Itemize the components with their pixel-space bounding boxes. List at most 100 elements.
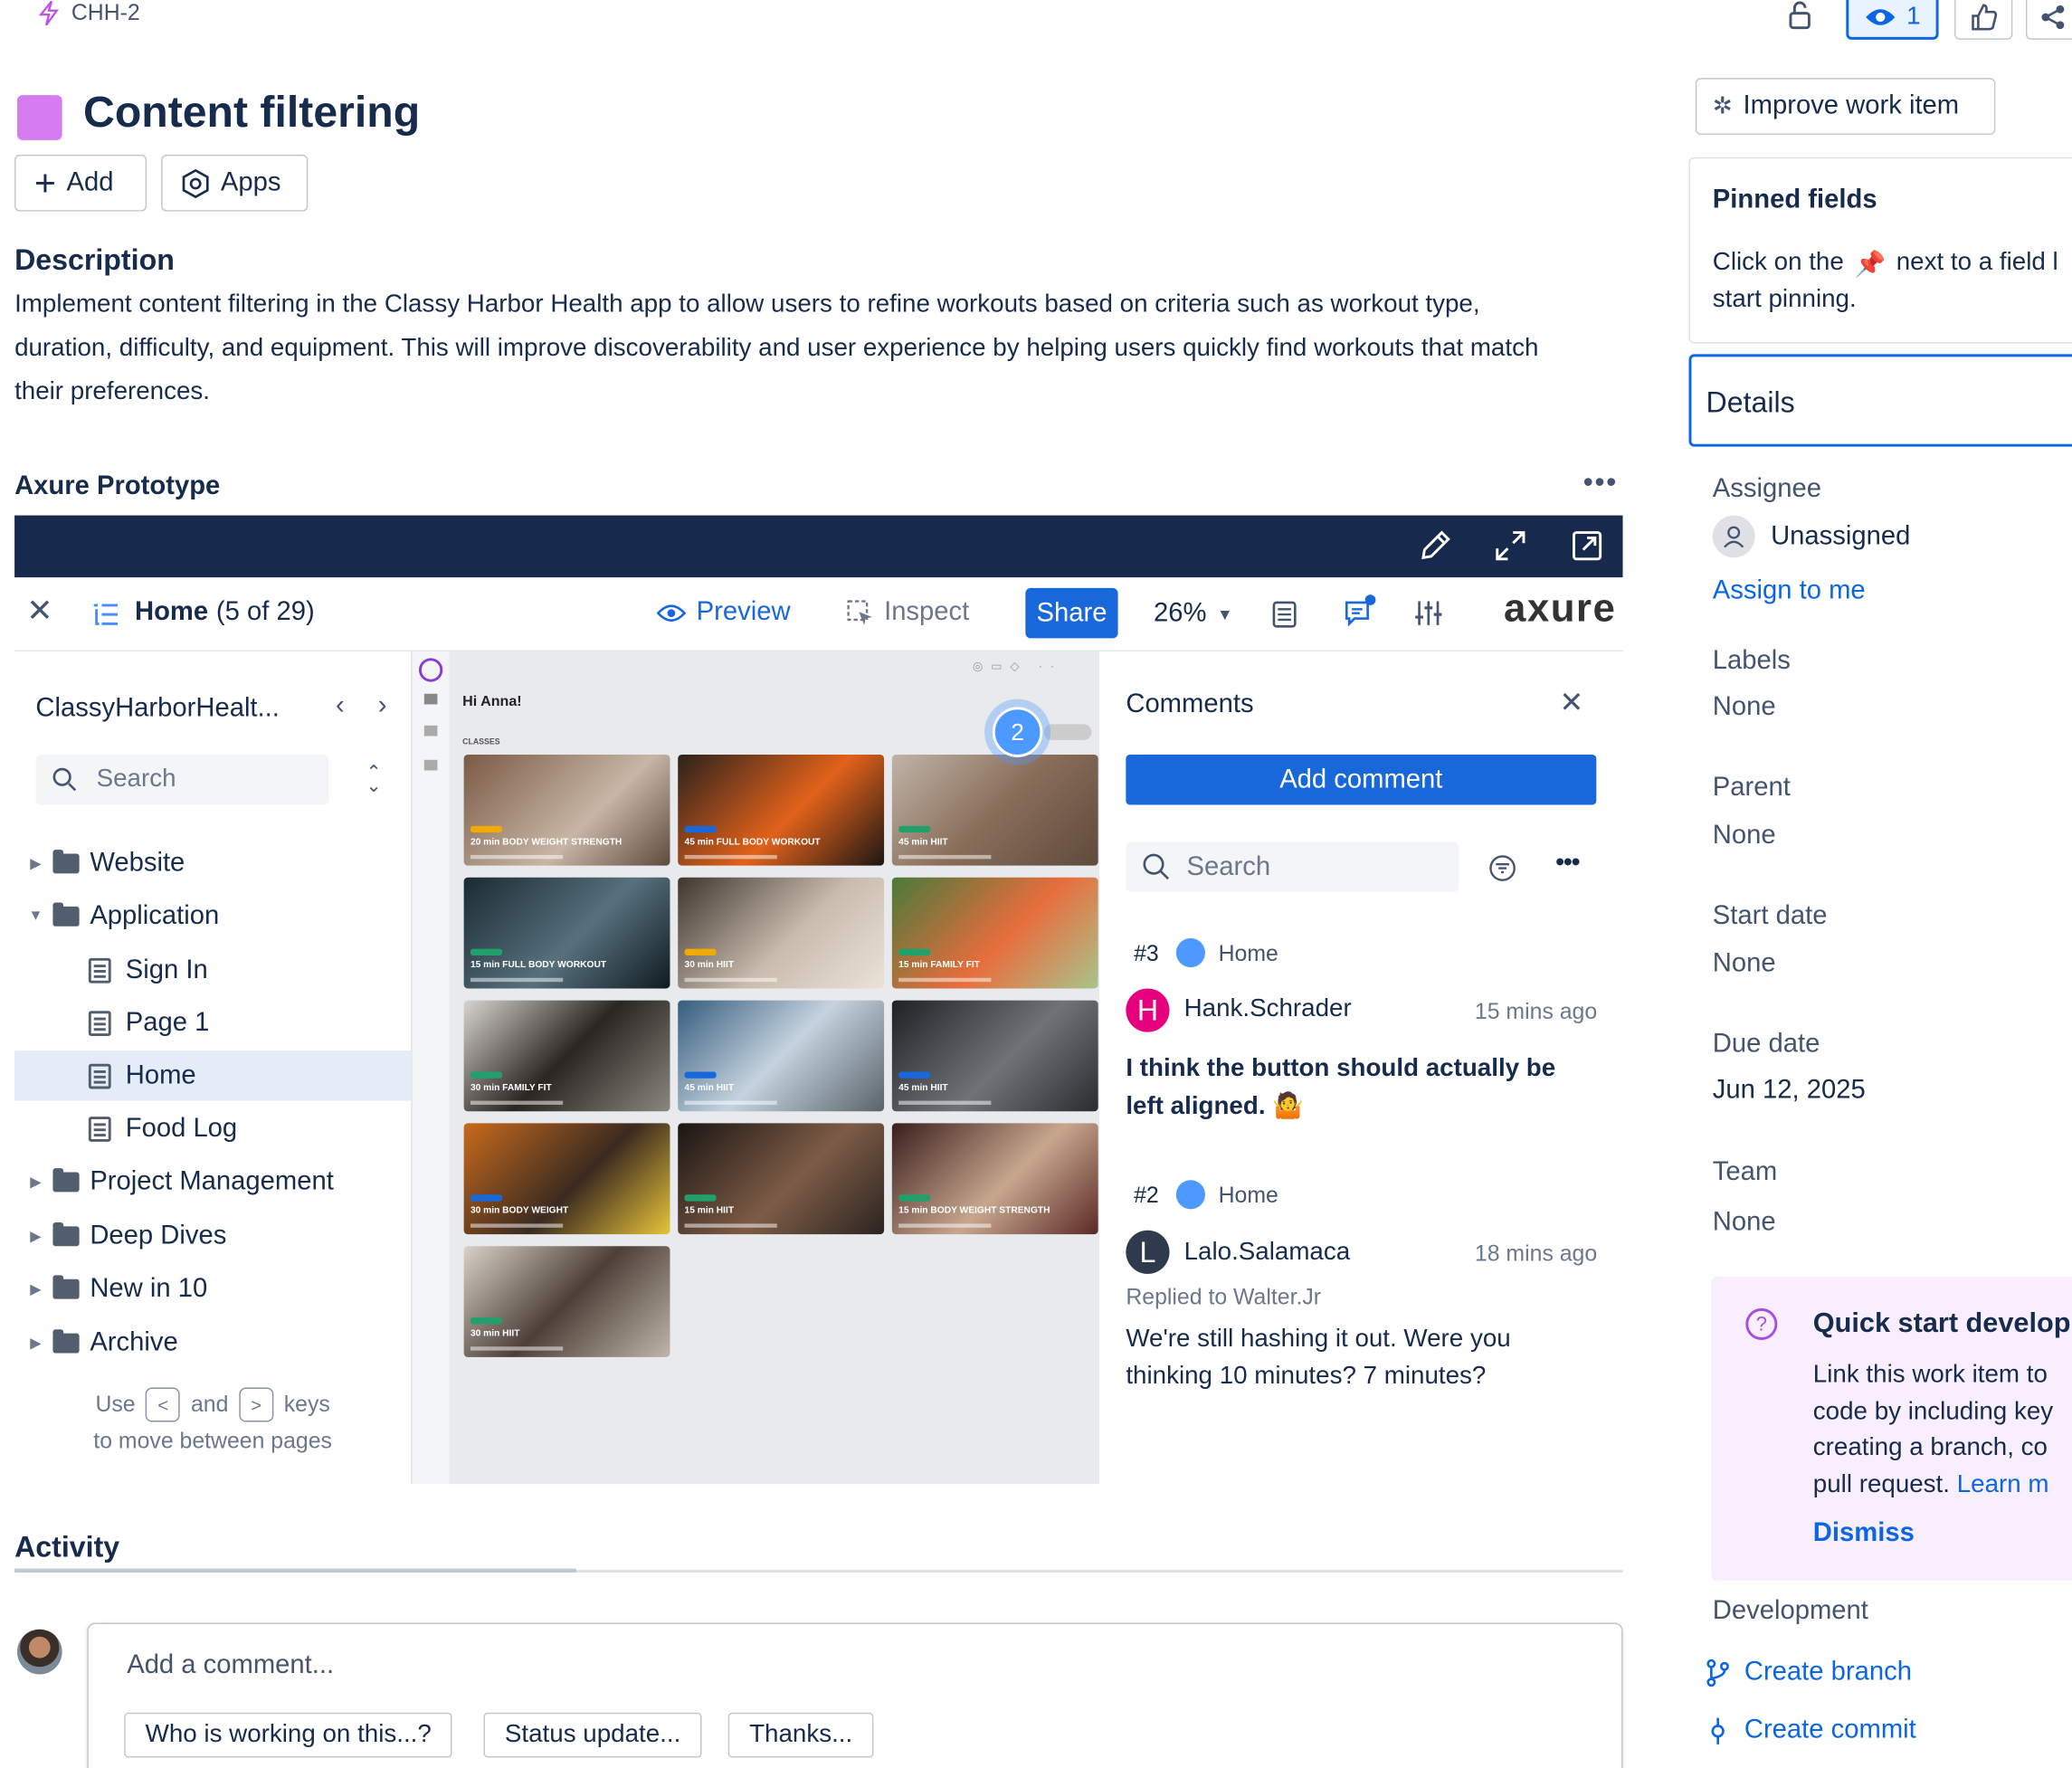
pin-icon: 📌: [1854, 251, 1887, 280]
notes-icon[interactable]: [1271, 600, 1297, 629]
comments-icon[interactable]: [1343, 594, 1377, 628]
workout-tile[interactable]: 45 min HIIT: [678, 1000, 885, 1112]
quick-reply-button[interactable]: Who is working on this...?: [124, 1712, 453, 1758]
comment-replied: Replied to Walter.Jr: [1126, 1284, 1322, 1310]
close-icon[interactable]: ✕: [26, 592, 52, 630]
close-comments-icon[interactable]: ✕: [1559, 686, 1583, 720]
axure-logo: axure: [1504, 586, 1617, 631]
current-page[interactable]: Home (5 of 29): [135, 597, 315, 628]
workout-tile[interactable]: 15 min BODY WEIGHT STRENGTH: [891, 1123, 1098, 1235]
issue-breadcrumb[interactable]: CHH-2: [37, 0, 140, 26]
tree-folder-archive[interactable]: ▶ Archive: [14, 1317, 411, 1367]
tree-page-food-log[interactable]: Food Log: [14, 1104, 411, 1154]
add-comment-button[interactable]: Add comment: [1126, 754, 1597, 805]
share-issue-button[interactable]: [2025, 0, 2072, 40]
page-list-icon[interactable]: [91, 602, 120, 628]
tree-page-page-1[interactable]: Page 1: [14, 998, 411, 1048]
add-button[interactable]: + Add: [14, 154, 147, 212]
comment-page[interactable]: Home: [1219, 941, 1278, 967]
preview-tab[interactable]: Preview: [656, 597, 791, 628]
description-body[interactable]: Implement content filtering in the Class…: [14, 283, 1573, 414]
edit-icon[interactable]: [1418, 528, 1452, 563]
prototype-canvas[interactable]: Hi Anna! CLASSES ◎▭◇ ·· 20 min BODY WEIG…: [449, 651, 1100, 1485]
team-value[interactable]: None: [1713, 1208, 1776, 1239]
share-button[interactable]: Share: [1025, 587, 1118, 639]
development-label: Development: [1712, 1596, 1868, 1626]
comment-page[interactable]: Home: [1219, 1183, 1278, 1209]
create-branch-link[interactable]: Create branch: [1705, 1657, 1912, 1687]
description-heading: Description: [14, 242, 175, 277]
assignee-field[interactable]: Unassigned: [1712, 515, 1910, 558]
page-title[interactable]: Content filtering: [83, 87, 420, 137]
comment-search-field[interactable]: Search: [1126, 841, 1459, 892]
workout-tile[interactable]: 45 min HIIT: [891, 1000, 1098, 1112]
more-actions-icon[interactable]: •••: [1583, 465, 1618, 499]
workout-tile[interactable]: 30 min BODY WEIGHT: [463, 1123, 670, 1235]
prototype-frame-bar: [14, 515, 1623, 578]
parent-label: Parent: [1712, 773, 1791, 803]
page-icon: [88, 1116, 111, 1142]
filter-icon[interactable]: [1488, 853, 1517, 882]
labels-value[interactable]: None: [1713, 692, 1776, 723]
watch-button[interactable]: 1: [1846, 0, 1939, 40]
tree-folder-website[interactable]: ▶ Website: [14, 838, 411, 888]
start-date-value[interactable]: None: [1713, 949, 1776, 980]
dismiss-button[interactable]: Dismiss: [1813, 1518, 1915, 1549]
zoom-select[interactable]: 26% ▼: [1154, 599, 1233, 630]
due-date-value[interactable]: Jun 12, 2025: [1713, 1076, 1866, 1107]
workout-tile[interactable]: 45 min HIIT: [891, 754, 1098, 866]
tree-folder-project-management[interactable]: ▶ Project Management: [14, 1156, 411, 1206]
collapse-all-icon[interactable]: ⌃ ⌄: [366, 763, 382, 794]
project-name[interactable]: ClassyHarborHealt...: [35, 694, 279, 725]
lock-button[interactable]: [1784, 0, 1824, 32]
comment-options-icon[interactable]: •••: [1555, 849, 1581, 879]
workout-tile[interactable]: 30 min HIIT: [463, 1246, 670, 1357]
parent-value[interactable]: None: [1713, 821, 1776, 851]
pinned-text: Click on the 📌 next to a field l: [1712, 248, 2058, 280]
create-commit-link[interactable]: Create commit: [1705, 1716, 1916, 1746]
workout-tile[interactable]: 30 min FAMILY FIT: [463, 1000, 670, 1112]
open-external-icon[interactable]: [1570, 528, 1604, 563]
canvas-rail: [411, 651, 450, 1485]
workout-tile[interactable]: 45 min FULL BODY WORKOUT: [678, 754, 885, 866]
quick-reply-button[interactable]: Status update...: [483, 1712, 702, 1758]
like-button[interactable]: [1954, 0, 2013, 40]
help-icon: ?: [1745, 1307, 1778, 1340]
workout-tile[interactable]: 15 min FAMILY FIT: [891, 877, 1098, 989]
improve-work-item-button[interactable]: ✲ Improve work item: [1695, 78, 1996, 135]
details-header[interactable]: Details: [1688, 354, 2072, 447]
comments-heading: Comments: [1126, 689, 1254, 719]
next-page-icon[interactable]: ›: [378, 691, 387, 722]
workout-tile[interactable]: 20 min BODY WEIGHT STRENGTH: [463, 754, 670, 866]
workout-tile[interactable]: 15 min HIIT: [678, 1123, 885, 1235]
prev-page-icon[interactable]: ‹: [336, 691, 345, 722]
team-label: Team: [1712, 1157, 1778, 1187]
folder-icon: [52, 1274, 80, 1298]
inspect-tab[interactable]: Inspect: [847, 597, 969, 628]
avatar: H: [1126, 988, 1170, 1032]
tree-folder-application[interactable]: ▼ Application: [14, 890, 411, 940]
page-search-field[interactable]: Search: [35, 754, 329, 805]
comment-box[interactable]: Add a comment... Who is working on this.…: [87, 1622, 1623, 1768]
learn-more-link[interactable]: Learn m: [1957, 1470, 2049, 1498]
quick-reply-button[interactable]: Thanks...: [727, 1712, 874, 1758]
settings-sliders-icon[interactable]: [1414, 599, 1443, 628]
issue-type-icon[interactable]: [16, 95, 62, 140]
tree-page-home[interactable]: Home: [14, 1050, 412, 1101]
tree-folder-deep-dives[interactable]: ▶ Deep Dives: [14, 1211, 411, 1260]
activity-tab-underline: [14, 1568, 576, 1573]
apps-button[interactable]: Apps: [161, 154, 309, 212]
expand-icon[interactable]: [1493, 528, 1527, 563]
comment-marker[interactable]: 2: [984, 699, 1051, 765]
canvas-toggle: [1043, 724, 1092, 740]
tree-page-sign-in[interactable]: Sign In: [14, 945, 411, 994]
comment-marker-count: 2: [992, 707, 1043, 757]
details-heading: Details: [1706, 385, 1795, 419]
comments-panel: Comments ✕ Add comment Search ••• #3 Hom…: [1099, 651, 1623, 1485]
tree-folder-new-in-10[interactable]: ▶ New in 10: [14, 1263, 411, 1313]
workout-tile[interactable]: 30 min HIIT: [678, 877, 885, 989]
workout-tile[interactable]: 15 min FULL BODY WORKOUT: [463, 877, 670, 989]
assign-to-me-link[interactable]: Assign to me: [1713, 576, 1866, 607]
comment-input[interactable]: Add a comment...: [127, 1650, 334, 1681]
comment-text: We're still hashing it out. Were you thi…: [1126, 1325, 1511, 1391]
